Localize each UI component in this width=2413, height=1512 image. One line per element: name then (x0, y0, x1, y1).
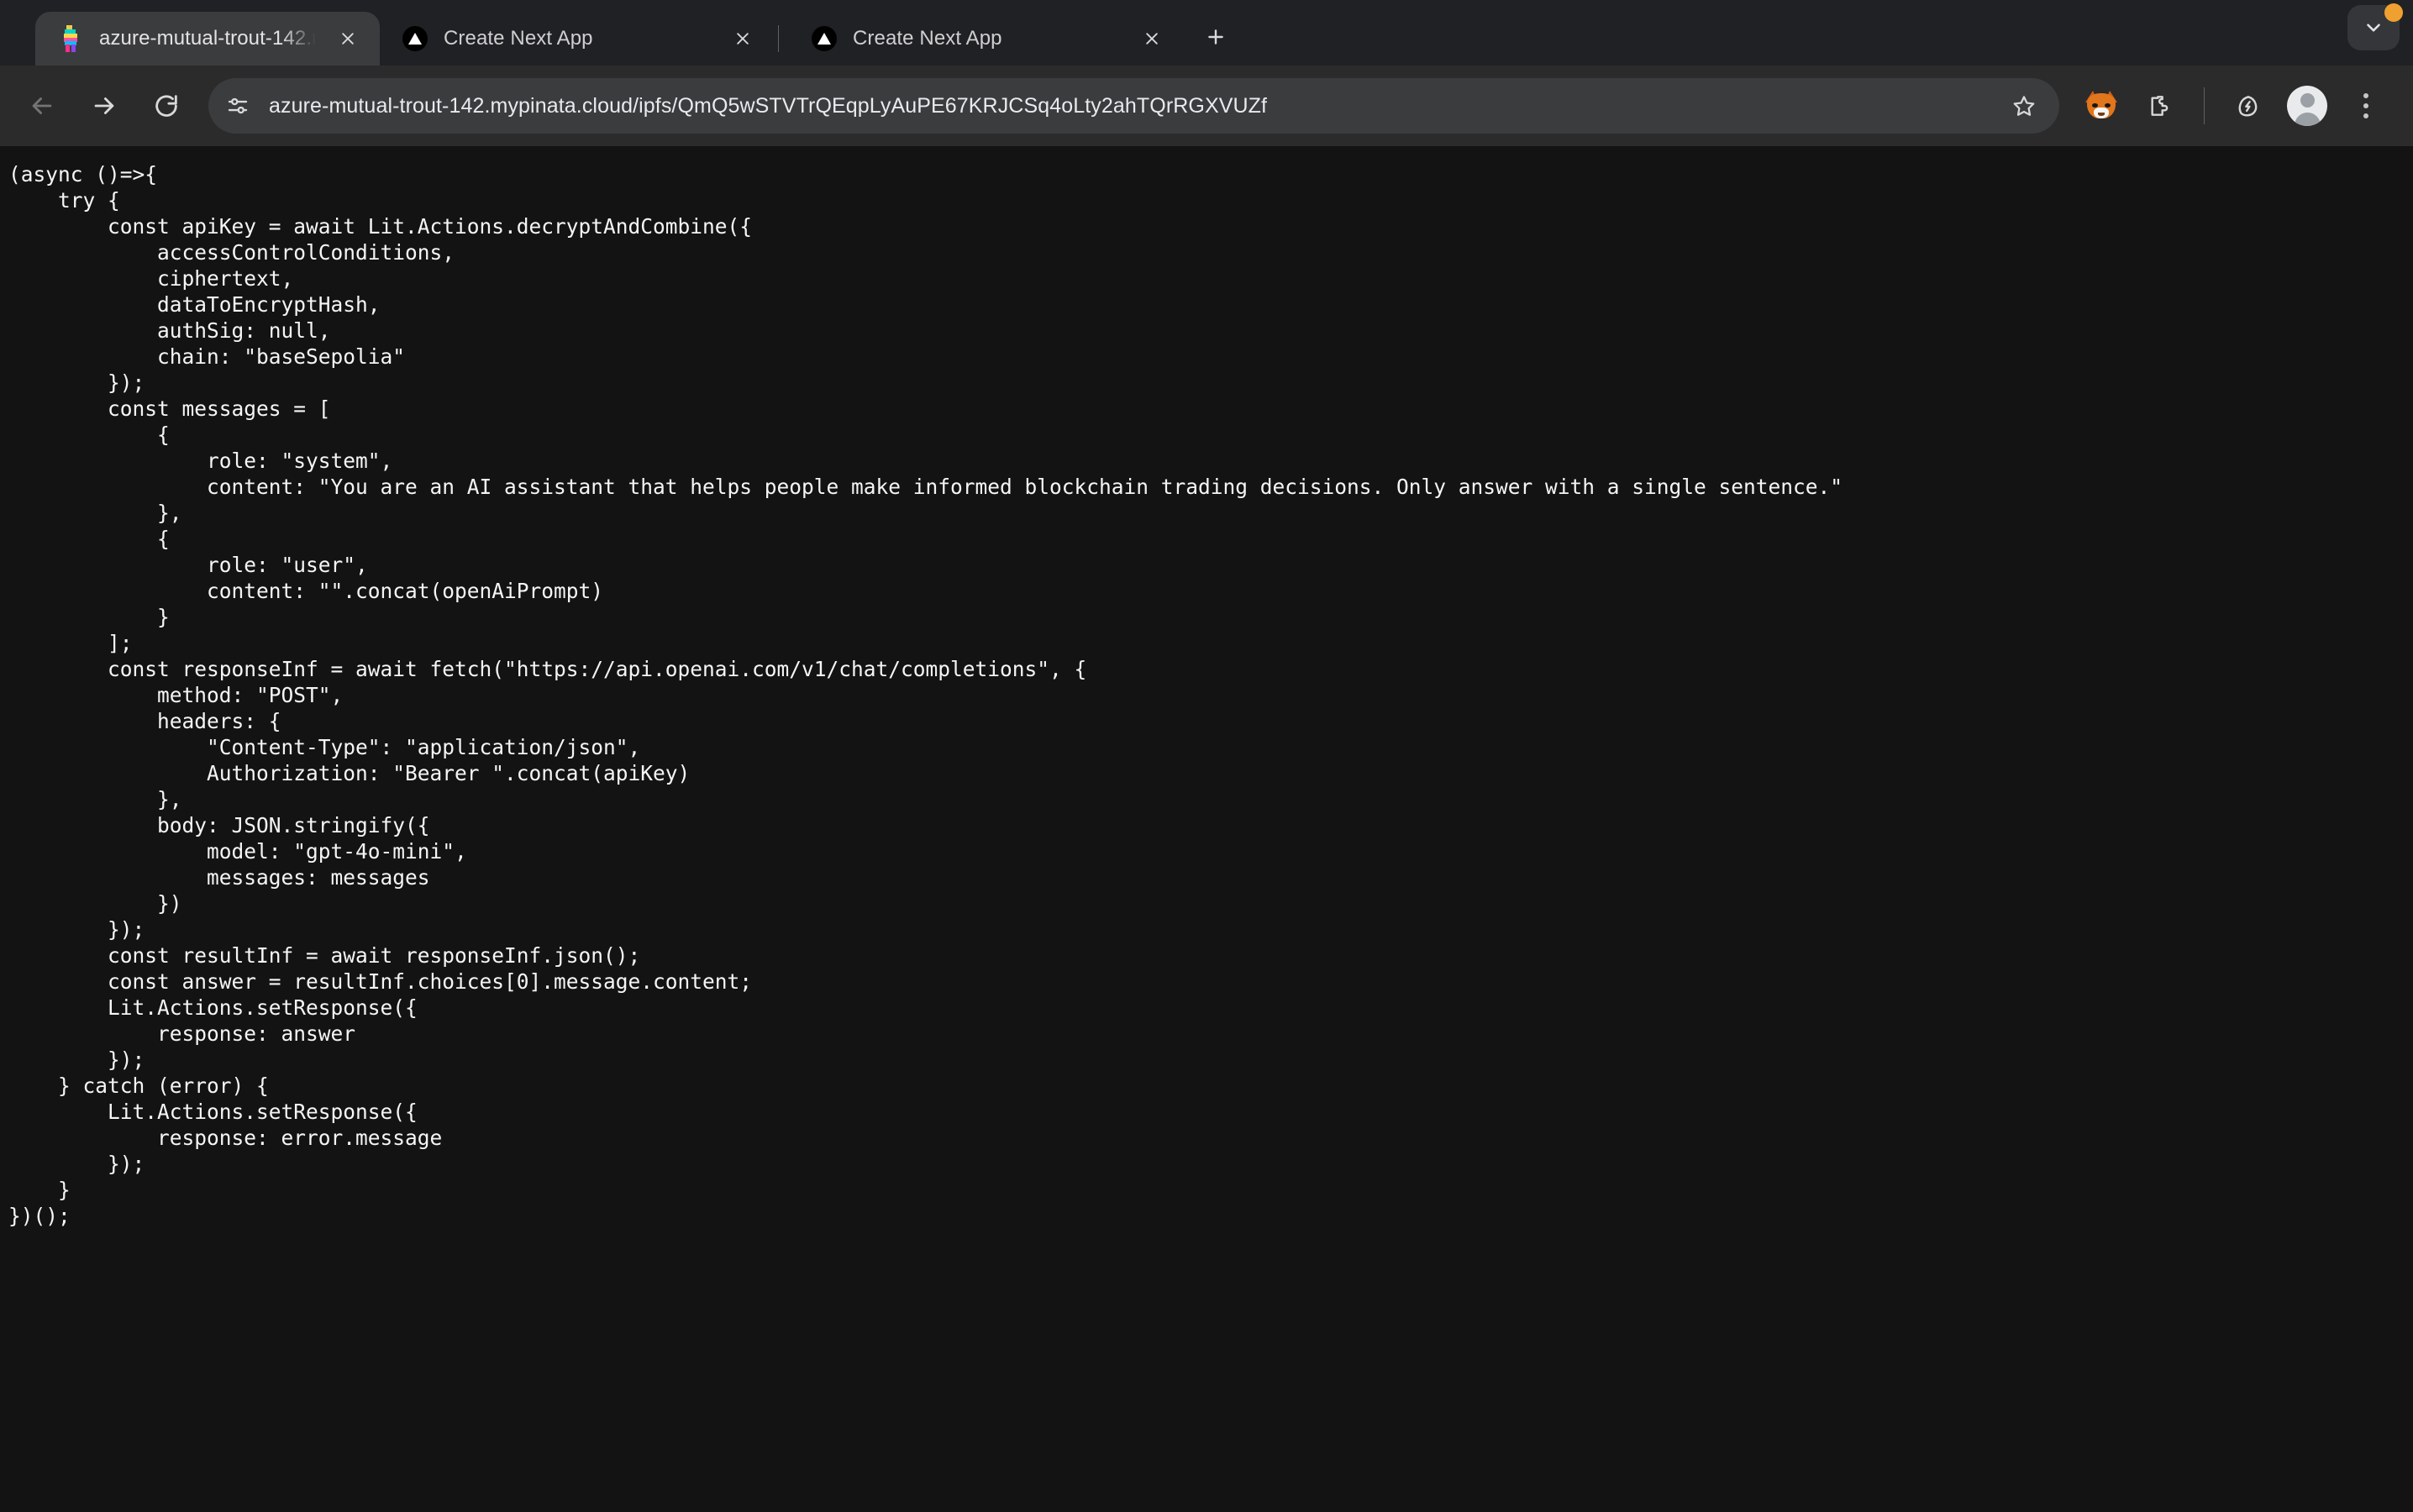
toolbar-separator (2204, 87, 2205, 124)
tab-separator (778, 25, 779, 52)
nextjs-icon (402, 25, 428, 52)
puzzle-piece-icon (2151, 96, 2169, 116)
pinata-icon (57, 25, 84, 52)
chevron-down-icon (2367, 24, 2380, 32)
tab-search-button[interactable] (2347, 3, 2403, 50)
tune-sliders-icon[interactable] (215, 83, 260, 129)
profile-avatar-button[interactable] (2279, 77, 2336, 134)
tab-create-next-app-2[interactable]: Create Next App (789, 12, 1184, 66)
leaf-energy-saver-icon[interactable] (2220, 77, 2277, 134)
forward-button[interactable] (74, 76, 134, 136)
tab-title: Create Next App (853, 27, 1002, 50)
browser-window: azure-mutual-trout-142.mypi Create Next … (0, 0, 2413, 1512)
notification-badge (2384, 3, 2403, 22)
reload-icon (155, 95, 177, 117)
extensions-puzzle-icon[interactable] (2132, 77, 2189, 134)
lit-action-source-code: (async ()=>{ try { const apiKey = await … (8, 162, 1843, 1228)
url-text[interactable]: azure-mutual-trout-142.mypinata.cloud/ip… (269, 94, 2000, 118)
close-icon[interactable] (726, 22, 760, 55)
omnibox[interactable]: azure-mutual-trout-142.mypinata.cloud/ip… (208, 78, 2059, 134)
back-button[interactable] (12, 76, 72, 136)
bookmark-star-icon[interactable] (2000, 82, 2048, 129)
forward-arrow-icon (94, 97, 114, 114)
tab-strip: azure-mutual-trout-142.mypi Create Next … (0, 0, 2413, 66)
tab-pinata[interactable]: azure-mutual-trout-142.mypi (35, 12, 380, 66)
back-arrow-icon (32, 97, 52, 114)
reload-button[interactable] (136, 76, 197, 136)
tab-title: azure-mutual-trout-142.mypi (99, 27, 316, 50)
tab-title: Create Next App (444, 27, 593, 50)
page-content: (async ()=>{ try { const apiKey = await … (0, 146, 2413, 1512)
new-tab-button[interactable] (1192, 13, 1239, 60)
close-icon[interactable] (331, 22, 365, 55)
tab-create-next-app-1[interactable]: Create Next App (380, 12, 775, 66)
metamask-fox-icon[interactable] (2073, 77, 2130, 134)
plus-icon (1208, 29, 1223, 45)
nextjs-icon (811, 25, 838, 52)
browser-toolbar: azure-mutual-trout-142.mypinata.cloud/ip… (0, 66, 2413, 146)
close-icon[interactable] (1135, 22, 1169, 55)
avatar-icon (2287, 86, 2327, 126)
three-dot-menu-icon[interactable] (2341, 81, 2391, 131)
